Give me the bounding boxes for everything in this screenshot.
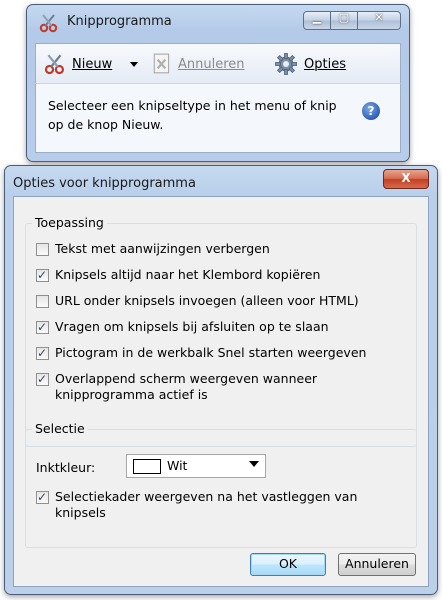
checkmark-icon: ✓ [37,372,48,386]
checkbox-label: Pictogram in de werkbalk Snel starten we… [55,345,367,360]
checkbox-label: Knipsels altijd naar het Klembord kopiër… [55,267,321,282]
new-dropdown-arrow[interactable] [130,52,138,76]
checkbox-label: Selectiekader weergeven na het vastlegge… [55,489,358,520]
ok-button[interactable]: OK [250,553,326,576]
gear-icon [275,53,297,75]
caption-buttons: ▁ ▢ ✕ [303,11,401,30]
maximize-button[interactable]: ▢ [330,11,358,30]
checkbox-option[interactable]: ✓ Vragen om knipsels bij afsluiten op te … [36,319,375,335]
checkbox[interactable]: ✓ [36,490,49,504]
checkmark-icon: ✓ [37,320,48,334]
checkbox[interactable]: ✓ [36,372,49,386]
checkmark-icon: ✓ [37,346,48,360]
close-icon: ✕ [374,11,384,24]
ink-color-label: Inktkleur: [36,460,96,475]
chevron-down-icon [130,61,138,67]
checkbox-option[interactable]: URL onder knipsels invoegen (alleen voor… [36,293,375,309]
chevron-down-icon [249,461,259,467]
options-button[interactable]: Opties [274,52,346,76]
dialog-close-button[interactable]: X [383,169,429,189]
checkbox-option[interactable]: Tekst met aanwijzingen verbergen [36,241,375,257]
instructions-panel: Selecteer een knipseltype in het menu of… [35,83,401,153]
options-dialog: Opties voor knipprogramma X Toepassing T… [4,165,438,595]
toolbar: Nieuw Annuleren Opties [35,43,401,84]
checkbox-option[interactable]: ✓ Overlappend scherm weergeven wanneer kn… [36,371,375,403]
checkbox[interactable]: ✓ [36,268,49,282]
checkbox[interactable]: ✓ [36,346,49,360]
options-button-label: Opties [304,56,346,72]
instructions-text: Selecteer een knipseltype in het menu of… [48,98,337,132]
dialog-title: Opties voor knipprogramma [13,176,196,191]
window-title: Knipprogramma [67,14,172,29]
checkbox-selection-border[interactable]: ✓ Selectiekader weergeven na het vastleg… [36,489,375,521]
checkbox-option[interactable]: ✓ Knipsels altijd naar het Klembord kopië… [36,267,375,283]
cancel-snip-label: Annuleren [178,56,245,72]
ink-color-swatch [133,459,161,474]
cancel-document-icon [153,53,170,74]
ink-color-value: Wit [167,458,188,473]
checkbox-option[interactable]: ✓ Pictogram in de werkbalk Snel starten w… [36,345,375,361]
close-icon: X [401,171,411,185]
application-group-label: Toepassing [32,215,107,230]
checkbox-label: URL onder knipsels invoegen (alleen voor… [55,293,359,308]
checkbox[interactable] [36,295,49,308]
checkmark-icon: ✓ [37,268,48,282]
snipping-tool-window: Knipprogramma ▁ ▢ ✕ Nieuw Annuleren Opti… [26,4,410,162]
maximize-icon: ▢ [338,11,350,24]
help-icon[interactable]: ? [362,102,380,120]
checkbox-label: Tekst met aanwijzingen verbergen [55,241,270,256]
checkbox-label: Vragen om knipsels bij afsluiten op te s… [55,319,329,334]
title-bar[interactable]: Knipprogramma ▁ ▢ ✕ [33,11,403,33]
checkbox[interactable] [36,243,49,256]
close-button[interactable]: ✕ [357,11,401,30]
ink-color-dropdown[interactable]: Wit [126,454,266,478]
scissors-icon [39,14,58,33]
cancel-button[interactable]: Annuleren [338,553,416,576]
cancel-snip-button[interactable]: Annuleren [152,52,245,76]
scissors-icon [44,54,65,75]
checkmark-icon: ✓ [37,490,48,504]
dialog-client-area: Toepassing Tekst met aanwijzingen verber… [13,196,429,587]
checkbox[interactable]: ✓ [36,320,49,334]
checkbox-label: Overlappend scherm weergeven wanneer kni… [55,371,318,402]
minimize-button[interactable]: ▁ [303,11,331,30]
minimize-icon: ▁ [312,11,322,24]
selection-group-label: Selectie [32,421,88,436]
new-button[interactable]: Nieuw [44,52,112,76]
new-button-label: Nieuw [72,56,113,72]
